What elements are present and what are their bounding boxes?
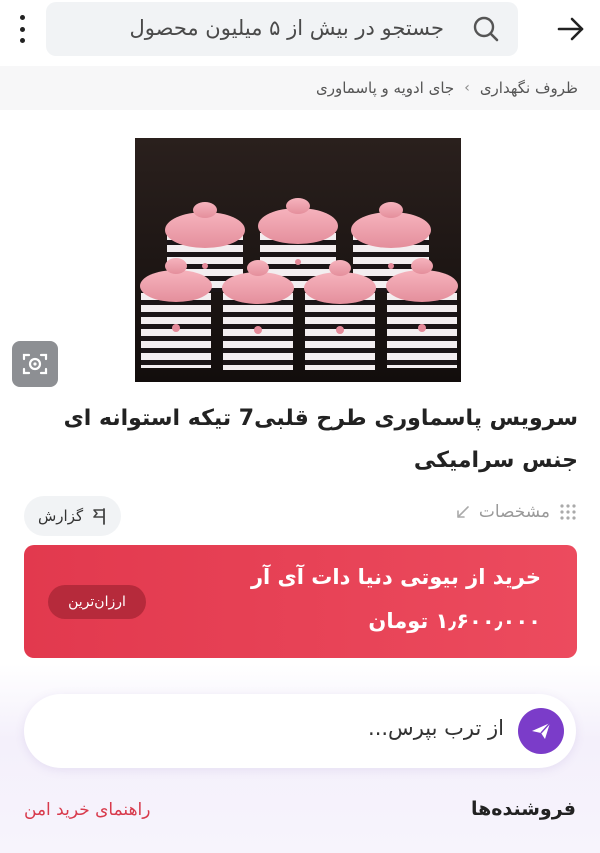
breadcrumb: ظروف نگهداری › جای ادویه و پاسماوری — [0, 66, 600, 110]
product-title: سرویس پاسماوری طرح قلبی7 تیکه استوانه ای… — [63, 406, 578, 473]
specs-link[interactable]: مشخصات — [455, 502, 578, 522]
breadcrumb-item-storage[interactable]: ظروف نگهداری — [480, 79, 578, 97]
breadcrumb-separator: › — [464, 80, 470, 96]
search-icon — [473, 16, 499, 42]
breadcrumb-item-spice-jars[interactable]: جای ادویه و پاسماوری — [316, 79, 454, 97]
ask-torob-input[interactable]: از ترب بپرس... — [24, 694, 576, 768]
expand-icon — [457, 506, 469, 518]
flag-icon — [93, 508, 106, 525]
offer-price: ۱٫۶۰۰٫۰۰۰ تومان — [368, 609, 541, 633]
safe-purchase-guide-link[interactable]: راهنمای خرید امن — [24, 800, 150, 820]
report-button[interactable]: گزارش — [24, 496, 122, 536]
specs-label: مشخصات — [478, 502, 550, 522]
send-icon[interactable] — [518, 708, 564, 754]
top-bar: جستجو در بیش از ۵ میلیون محصول — [0, 0, 600, 62]
ask-placeholder: از ترب بپرس... — [368, 716, 504, 740]
search-placeholder: جستجو در بیش از ۵ میلیون محصول — [129, 16, 445, 40]
search-input[interactable]: جستجو در بیش از ۵ میلیون محصول — [46, 2, 518, 56]
dots-grid-icon — [560, 504, 576, 520]
offer-shop-label: خرید از بیوتی دنیا دات آی آر — [250, 565, 541, 589]
product-photo — [135, 138, 461, 382]
arrow-right-icon[interactable] — [554, 12, 588, 46]
offer-card[interactable]: خرید از بیوتی دنیا دات آی آر ۱٫۶۰۰٫۰۰۰ ت… — [24, 545, 577, 658]
cheapest-badge: ارزان‌ترین — [48, 585, 146, 619]
product-image[interactable] — [135, 138, 461, 382]
more-vertical-icon[interactable] — [10, 12, 34, 46]
report-label: گزارش — [38, 507, 84, 525]
camera-search-icon[interactable] — [12, 341, 58, 387]
sellers-heading: فروشنده‌ها — [470, 798, 576, 820]
